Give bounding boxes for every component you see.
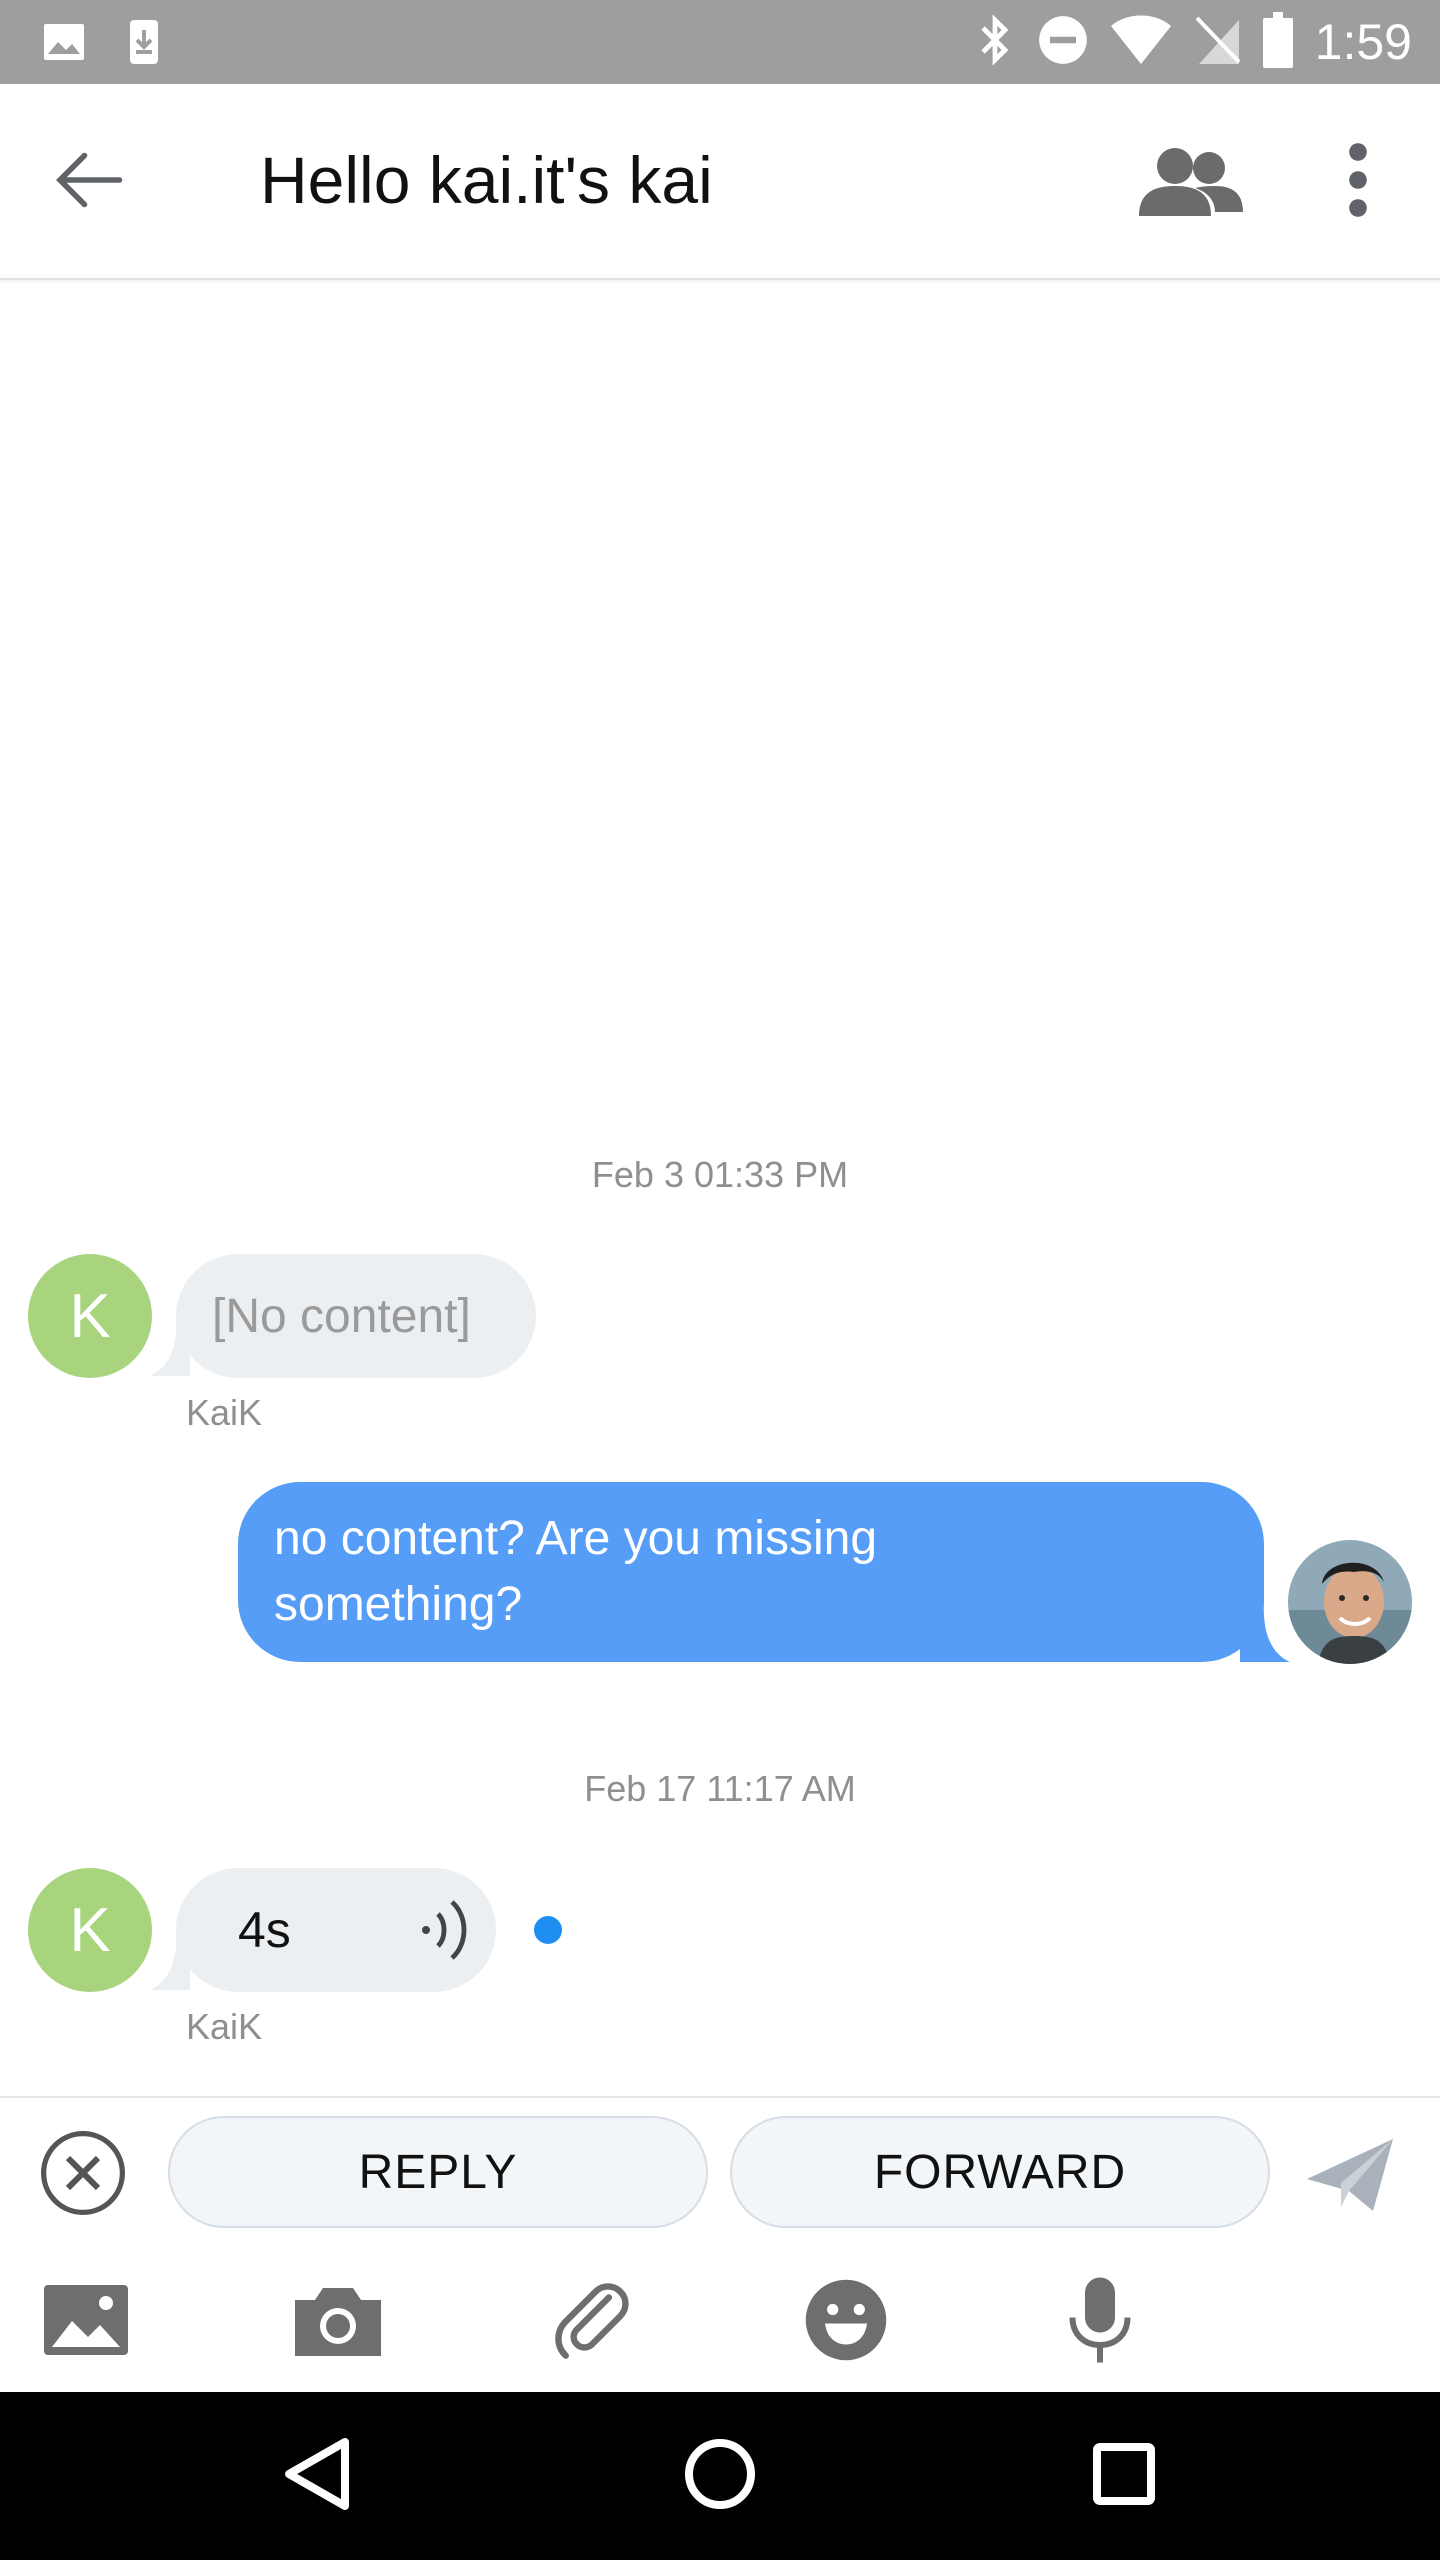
emoji-button[interactable] — [796, 2272, 896, 2372]
nav-home-icon — [684, 2438, 756, 2515]
audio-duration: 4s — [238, 1902, 291, 1958]
system-navigation-bar — [0, 2392, 1440, 2560]
send-icon — [1305, 2135, 1395, 2220]
voice-record-button[interactable] — [1050, 2272, 1150, 2372]
nav-back-icon — [281, 2436, 351, 2517]
sender-name: KaiK — [186, 1392, 263, 1433]
back-button[interactable] — [40, 134, 136, 230]
message-timestamp: Feb 17 11:17 AM — [584, 1768, 856, 1809]
nav-recents-icon — [1093, 2442, 1155, 2510]
avatar[interactable] — [1288, 1540, 1412, 1664]
message-text: no content? Are you missing something? — [274, 1512, 878, 1631]
microphone-icon — [1065, 2277, 1135, 2368]
no-sim-icon — [1193, 14, 1241, 71]
battery-icon — [1262, 11, 1293, 73]
conversation-title: Hello kai.it's kai — [260, 143, 713, 217]
message-text: [No content] — [212, 1289, 471, 1343]
message-timestamp: Feb 3 01:33 PM — [591, 1154, 849, 1195]
download-icon — [120, 18, 168, 71]
send-button[interactable] — [1300, 2132, 1400, 2222]
reply-bar: REPLY FORWARD — [0, 2096, 1440, 2248]
gallery-button[interactable] — [36, 2272, 136, 2372]
cancel-button[interactable] — [38, 2130, 128, 2220]
avatar[interactable]: K — [28, 1254, 152, 1378]
attachment-toolbar — [0, 2248, 1440, 2392]
nav-recents-button[interactable] — [1074, 2426, 1174, 2526]
cancel-icon — [38, 2128, 128, 2223]
reply-button[interactable]: REPLY — [168, 2116, 708, 2228]
gallery-icon — [44, 2284, 128, 2360]
bluetooth-icon — [975, 12, 1015, 73]
app-bar: Hello kai.it's kai — [0, 84, 1440, 280]
avatar[interactable]: K — [28, 1868, 152, 1992]
status-time: 1:59 — [1314, 14, 1412, 70]
image-icon — [40, 18, 88, 71]
profile-photo — [1288, 1540, 1412, 1664]
emoji-icon — [804, 2278, 888, 2367]
nav-back-button[interactable] — [266, 2426, 366, 2526]
wifi-icon — [1110, 14, 1171, 71]
forward-button[interactable]: FORWARD — [730, 2116, 1270, 2228]
participants-button[interactable] — [1120, 134, 1260, 230]
sound-wave-icon — [414, 1896, 480, 1969]
attach-file-button[interactable] — [542, 2272, 642, 2372]
avatar-letter: K — [69, 1895, 111, 1965]
camera-icon — [295, 2284, 381, 2361]
status-bar: 1:59 — [0, 0, 1440, 84]
nav-home-button[interactable] — [670, 2426, 770, 2526]
more-options-button[interactable] — [1310, 134, 1406, 230]
sender-name: KaiK — [186, 2006, 263, 2047]
paperclip-icon — [547, 2275, 637, 2370]
unread-dot — [534, 1916, 562, 1944]
outgoing-message-bubble[interactable]: no content? Are you missing something? — [238, 1482, 1264, 1662]
back-arrow-icon — [46, 138, 130, 227]
incoming-message-bubble[interactable]: [No content] — [176, 1254, 536, 1378]
more-vert-icon — [1346, 140, 1370, 225]
camera-button[interactable] — [288, 2272, 388, 2372]
audio-message-bubble[interactable]: 4s — [176, 1868, 496, 1992]
do-not-disturb-icon — [1037, 14, 1089, 71]
people-icon — [1135, 144, 1245, 221]
avatar-letter: K — [69, 1281, 111, 1351]
